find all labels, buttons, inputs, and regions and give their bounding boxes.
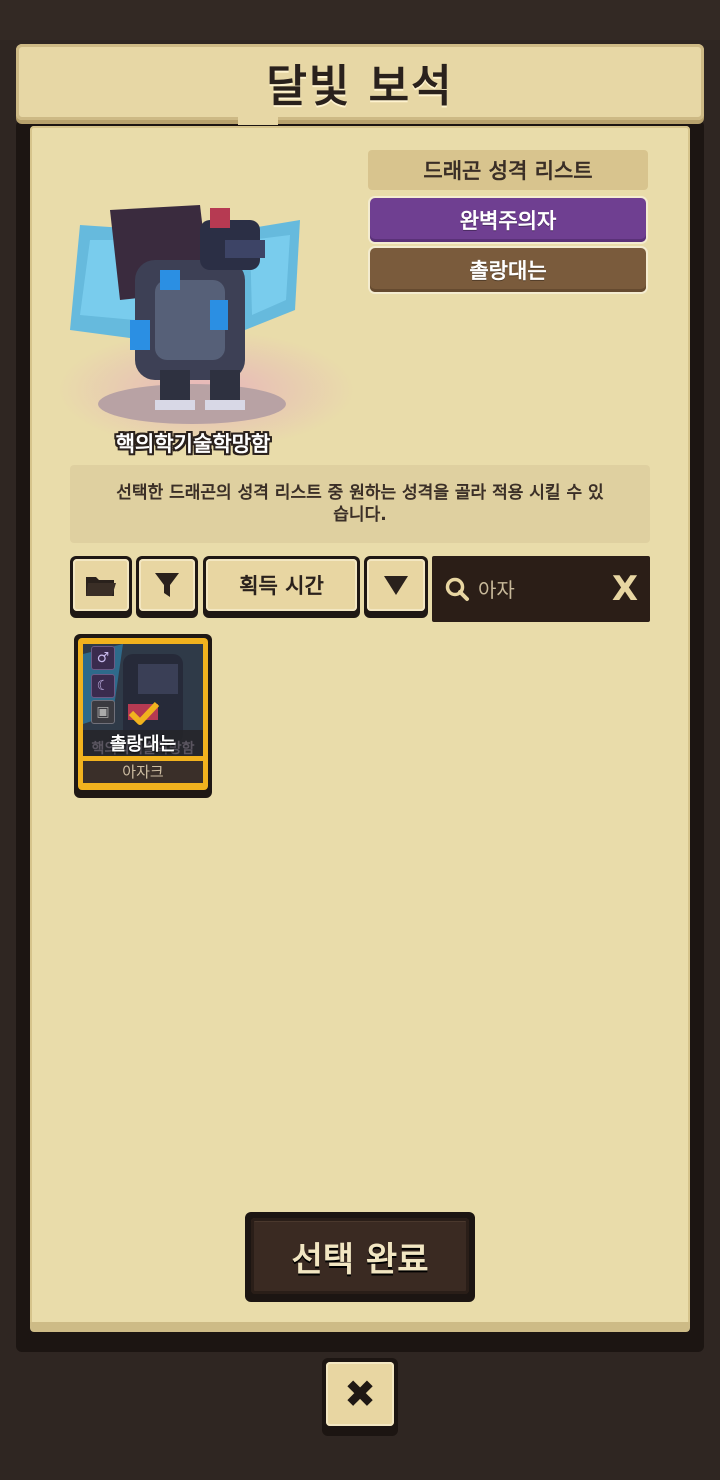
- close-button[interactable]: ✖: [322, 1358, 398, 1436]
- banner-notch: [238, 113, 278, 125]
- filter-icon: [155, 573, 179, 597]
- male-icon: ♂: [91, 646, 115, 670]
- folder-button[interactable]: [70, 556, 132, 618]
- title-banner: 달빛 보석: [16, 44, 704, 120]
- robot-icon: ▣: [91, 700, 115, 724]
- card-owner-name: 아자크: [83, 761, 203, 783]
- check-icon: [128, 701, 160, 725]
- sort-label: 획득 시간: [206, 559, 357, 611]
- triangle-down-icon: [384, 576, 408, 595]
- search-value: 아자: [478, 578, 515, 602]
- search-clear-button[interactable]: X: [600, 560, 650, 618]
- page-title: 달빛 보석: [266, 61, 454, 112]
- folder-icon: [86, 577, 116, 596]
- dragon-name: 핵의학기술학망함: [115, 432, 271, 456]
- card-personality-label: 촐랑대는: [109, 734, 177, 755]
- confirm-selection-button[interactable]: 선택 완료: [245, 1212, 475, 1302]
- close-icon: ✖: [326, 1362, 394, 1426]
- moon-icon: ☾: [91, 674, 115, 698]
- sort-button[interactable]: 획득 시간: [203, 556, 360, 618]
- personality-option-perfectionist[interactable]: 완벽주의자: [370, 198, 646, 242]
- description-text: 선택한 드래곤의 성격 리스트 중 원하는 성격을 골라 적용 시킬 수 있습니…: [70, 465, 650, 543]
- dialog-bottom-edge: [30, 1322, 690, 1332]
- confirm-label: 선택 완료: [251, 1218, 469, 1294]
- sort-order-button[interactable]: [364, 556, 428, 618]
- top-background: [0, 0, 720, 40]
- filter-button[interactable]: [136, 556, 198, 618]
- search-icon: [445, 577, 469, 601]
- personality-list-header: 드래곤 성격 리스트: [368, 150, 648, 190]
- personality-option-flighty[interactable]: 촐랑대는: [370, 248, 646, 292]
- dragon-image: [70, 205, 300, 410]
